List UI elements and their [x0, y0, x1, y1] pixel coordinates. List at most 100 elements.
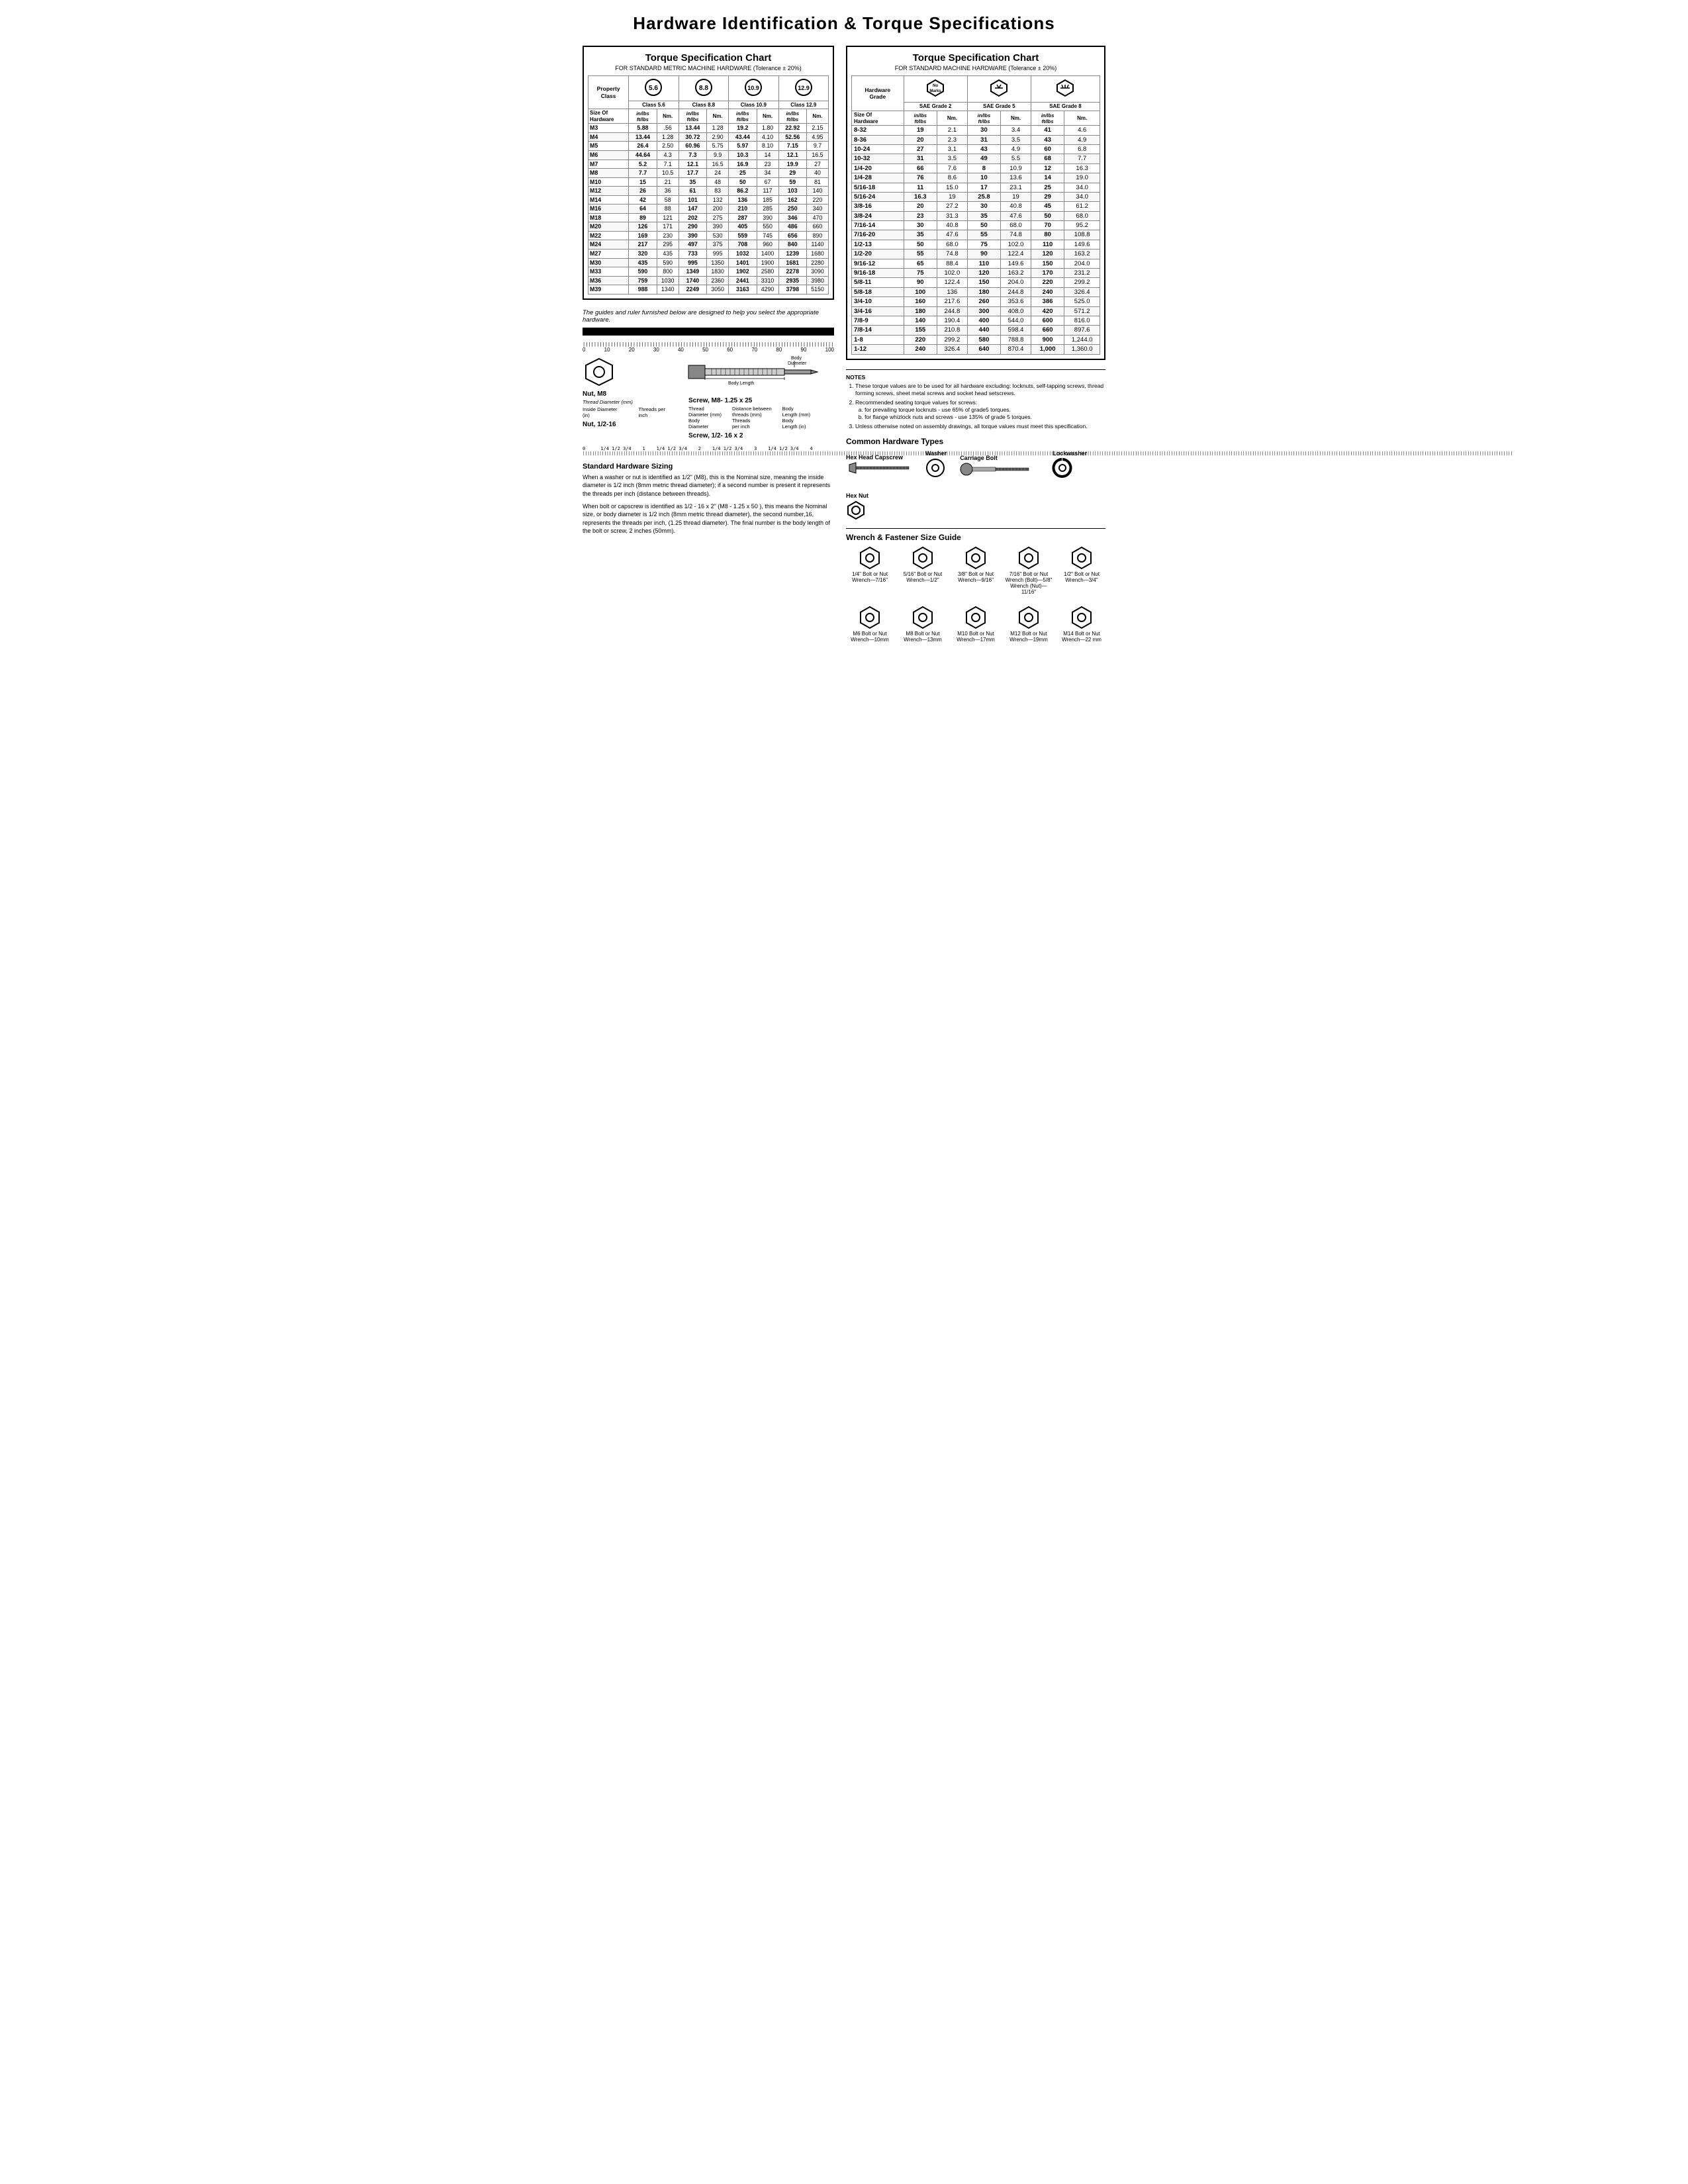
right-table-row: 9/16-126588.4110149.6150204.0 — [852, 259, 1100, 268]
ruler-container: // Will be generated inline ||||||||||||… — [583, 328, 834, 353]
left-table-row: M33590800134918301902258022783090 — [588, 267, 829, 277]
guides-italic-text: The guides and ruler furnished below are… — [583, 309, 834, 324]
screw-label: Screw, M8- 1.25 x 25 — [688, 397, 834, 404]
notes-title: NOTES — [846, 374, 1105, 381]
common-hw-title: Common Hardware Types — [846, 437, 1105, 446]
right-torque-table: HardwareGrade NoMarks SAE Grade 2 — [851, 75, 1100, 355]
class-129-header: 12.9 — [778, 76, 828, 101]
wrench-items: 1/4" Bolt or NutWrench—7/16"5/16" Bolt o… — [846, 546, 1105, 643]
carriage-bolt-label: Carriage Bolt — [960, 455, 1039, 461]
screw-label2: Screw, 1/2- 16 x 2 — [688, 432, 834, 439]
right-table-row: 10-24273.1434.9606.8 — [852, 144, 1100, 154]
hex-nut-item: Hex Nut — [846, 492, 868, 522]
left-table-row: M35.88.5613.441.2819.21.8022.922.15 — [588, 124, 829, 133]
svg-text:10.9: 10.9 — [748, 85, 760, 91]
left-table-row: M273204357339951032140012391680 — [588, 249, 829, 258]
wrench-item: 7/16" Bolt or NutWrench (Bolt)—5/8" Wren… — [1005, 546, 1053, 595]
notes-list: These torque values are to be used for a… — [846, 383, 1105, 430]
left-table-row: M144258101132136185162220 — [588, 195, 829, 205]
common-hardware-section: Common Hardware Types Hex Head Capscrew — [846, 437, 1105, 522]
right-table-row: 1-12240326.4640870.41,0001,360.0 — [852, 345, 1100, 354]
col-inlbs-1: in/lbsft/lbs — [629, 109, 657, 124]
hex-capscrew-label: Hex Head Capscrew — [846, 454, 912, 461]
fractional-ruler: 0 1/4 1/2 3/4 1 1/4 1/2 3/4 2 1/4 1/2 3/… — [583, 446, 834, 456]
left-table-row: M122636618386.2117103140 — [588, 187, 829, 196]
right-chart-subtitle: FOR STANDARD MACHINE HARDWARE (Tolerance… — [851, 65, 1100, 71]
carriage-bolt-item: Carriage Bolt — [960, 453, 1039, 479]
lockwasher-item: Lockwasher — [1053, 450, 1087, 479]
col-inlbs-2: in/lbsft/lbs — [679, 109, 706, 124]
lockwasher-svg — [1053, 458, 1072, 478]
right-table-row: 7/16-143040.85068.07095.2 — [852, 221, 1100, 230]
right-torque-body: 8-32192.1303.4414.68-36202.3313.5434.910… — [852, 126, 1100, 354]
wrench-item: 1/2" Bolt or NutWrench—3/4" — [1058, 546, 1105, 595]
page-title: Hardware Identification & Torque Specifi… — [583, 13, 1105, 34]
wrench-item: M6 Bolt or NutWrench—10mm — [846, 606, 894, 643]
right-table-row: 1/4-28768.61013.61419.0 — [852, 173, 1100, 183]
col-inlbs-3: in/lbsft/lbs — [729, 109, 757, 124]
nut-sub-labels: Thread Diameter (mm) Inside Diameter (in… — [583, 399, 675, 418]
col-nm-1: Nm. — [657, 109, 679, 124]
right-table-row: 8-36202.3313.5434.9 — [852, 135, 1100, 144]
nut-svg — [583, 355, 616, 388]
hardware-diagrams: Nut, M8 Thread Diameter (mm) Inside Diam… — [583, 355, 834, 439]
class-56-header: 5.6 — [629, 76, 679, 101]
sae8-header — [1031, 76, 1100, 103]
svg-text:No: No — [933, 84, 938, 88]
right-table-row: 1/2-135068.075102.0110149.6 — [852, 240, 1100, 249]
left-table-row: M22169230390530559745656890 — [588, 231, 829, 240]
std-hw-title: Standard Hardware Sizing — [583, 463, 834, 471]
left-table-row: M101521354850675981 — [588, 177, 829, 187]
nut-diagram: Nut, M8 Thread Diameter (mm) Inside Diam… — [583, 355, 675, 428]
class-109-header: 10.9 — [729, 76, 778, 101]
right-column: Torque Specification Chart FOR STANDARD … — [846, 46, 1105, 643]
svg-text:Body Length: Body Length — [728, 381, 754, 386]
size-header: Size OfHardware — [588, 109, 629, 124]
right-table-row: 1/4-20667.6810.91216.3 — [852, 163, 1100, 173]
right-table-row: 9/16-1875102.0120163.2170231.2 — [852, 269, 1100, 278]
svg-text:8.8: 8.8 — [699, 85, 708, 92]
note-2: Recommended seating torque values for sc… — [855, 399, 1105, 421]
right-table-row: 3/4-16180244.8300408.0420571.2 — [852, 306, 1100, 316]
wrench-item: 3/8" Bolt or NutWrench—9/16" — [952, 546, 1000, 595]
hex-nut-label: Hex Nut — [846, 492, 868, 499]
screw-svg: Body Diameter Body Length — [688, 355, 821, 395]
std-hw-section: Standard Hardware Sizing When a washer o… — [583, 463, 834, 535]
svg-text:Marks: Marks — [929, 89, 941, 93]
hex-capscrew-svg — [846, 462, 912, 474]
right-table-row: 5/16-181115.01723.12534.0 — [852, 183, 1100, 192]
right-table-row: 5/8-18100136180244.8240326.4 — [852, 287, 1100, 296]
left-table-row: M3043559099513501401190016812280 — [588, 258, 829, 267]
notes-section: NOTES These torque values are to be used… — [846, 369, 1105, 430]
right-table-row: 5/16-2416.31925.8192934.0 — [852, 192, 1100, 201]
wrench-guide-title: Wrench & Fastener Size Guide — [846, 533, 1105, 542]
left-chart-subtitle: FOR STANDARD METRIC MACHINE HARDWARE (To… — [588, 65, 829, 71]
size-header-row: Size OfHardware in/lbsft/lbs Nm. in/lbsf… — [588, 109, 829, 124]
col-nm-3: Nm. — [757, 109, 778, 124]
col-inlbs-4: in/lbsft/lbs — [778, 109, 806, 124]
frac-ruler-ticks: ||||||||||||||||||||||||||||||||||||||||… — [583, 451, 834, 456]
carriage-bolt-svg — [960, 463, 1039, 476]
std-hw-para2: When bolt or capscrew is identified as 1… — [583, 502, 834, 535]
hex-nut-svg — [846, 500, 866, 520]
guides-section: The guides and ruler furnished below are… — [583, 309, 834, 535]
std-hw-para1: When a washer or nut is identified as 1/… — [583, 473, 834, 498]
wrench-item: M14 Bolt or NutWrench—22 mm — [1058, 606, 1105, 643]
class-icon-row: PropertyClass 5.6 8.8 10.9 12.9 — [588, 76, 829, 101]
note-1: These torque values are to be used for a… — [855, 383, 1105, 397]
property-class-header: PropertyClass — [588, 76, 629, 109]
sae-size-header: Size OfHardware — [852, 111, 904, 125]
left-torque-table: PropertyClass 5.6 8.8 10.9 12.9 — [588, 75, 829, 295]
right-table-row: 5/8-1190122.4150204.0220299.2 — [852, 278, 1100, 287]
col-nm-2: Nm. — [707, 109, 729, 124]
nut-label2: Nut, 1/2-16 — [583, 421, 675, 428]
sae-icon-row: HardwareGrade NoMarks — [852, 76, 1100, 103]
class-88-header: 8.8 — [679, 76, 728, 101]
left-column: Torque Specification Chart FOR STANDARD … — [583, 46, 834, 539]
ruler-numbers: 0 10 20 30 40 50 60 70 80 90 100 — [583, 347, 834, 353]
left-table-row: M644.644.37.39.910.31412.116.5 — [588, 150, 829, 159]
left-table-row: M20126171290390405550486660 — [588, 222, 829, 232]
washer-label: Washer — [925, 450, 947, 457]
frac-ruler-nums: 0 1/4 1/2 3/4 1 1/4 1/2 3/4 2 1/4 1/2 3/… — [583, 446, 834, 451]
right-table-row: 7/8-14155210.8440598.4660897.6 — [852, 326, 1100, 335]
